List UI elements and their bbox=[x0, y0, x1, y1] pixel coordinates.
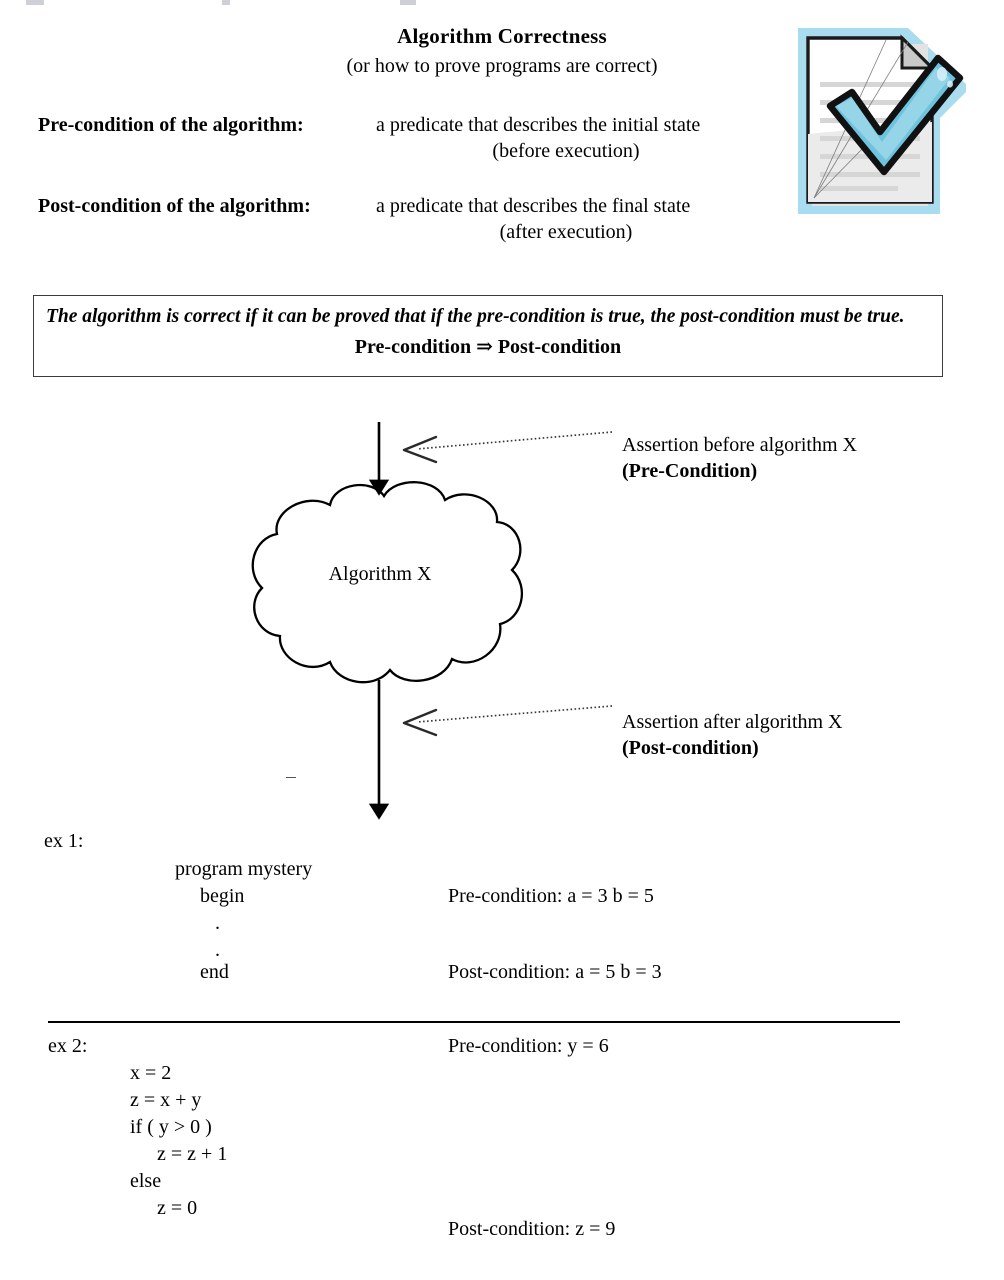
example-2-code-line: z = 0 bbox=[157, 1197, 198, 1219]
post-condition-annotation: Assertion after algorithm X (Post-condit… bbox=[622, 709, 962, 761]
scan-artifact-dash bbox=[286, 777, 296, 778]
post-condition-description: a predicate that describes the final sta… bbox=[376, 195, 691, 217]
example-1-postcondition: Post-condition: a = 5 b = 3 bbox=[448, 961, 662, 983]
post-condition-term: Post-condition of the algorithm: bbox=[38, 195, 311, 217]
document-check-icon bbox=[790, 22, 980, 222]
example-2-code-line: z = z + 1 bbox=[157, 1143, 228, 1165]
pre-condition-annotation-line2: (Pre-Condition) bbox=[622, 460, 758, 482]
post-condition-annotation-line2: (Post-condition) bbox=[622, 737, 759, 759]
example-2-code-line: if ( y > 0 ) bbox=[130, 1116, 212, 1138]
example-2-label: ex 2: bbox=[48, 1035, 88, 1057]
post-condition-annotation-line1: Assertion after algorithm X bbox=[622, 711, 843, 733]
cloud-label: Algorithm X bbox=[329, 563, 432, 585]
example-1-code-line: begin bbox=[200, 885, 245, 907]
example-2-precondition: Pre-condition: y = 6 bbox=[448, 1035, 609, 1057]
example-1-code-line: . bbox=[215, 912, 220, 934]
pre-condition-term: Pre-condition of the algorithm: bbox=[38, 114, 304, 136]
example-1-code-line: . bbox=[215, 939, 220, 961]
correctness-statement-box: The algorithm is correct if it can be pr… bbox=[33, 295, 943, 377]
example-2-code-line: else bbox=[130, 1170, 162, 1192]
post-condition-description-note: (after execution) bbox=[499, 221, 633, 243]
example-2-code-line: z = x + y bbox=[130, 1089, 202, 1111]
post-condition-pointer-arrow bbox=[402, 705, 613, 737]
example-2-postcondition: Post-condition: z = 9 bbox=[448, 1218, 616, 1240]
pre-condition-annotation-line1: Assertion before algorithm X bbox=[622, 434, 857, 456]
section-divider bbox=[48, 1021, 900, 1023]
pre-condition-annotation: Assertion before algorithm X (Pre-Condit… bbox=[622, 432, 962, 484]
example-2-code-line: x = 2 bbox=[130, 1062, 172, 1084]
scan-artifact-strip bbox=[0, 0, 1004, 7]
example-1-code-line: end bbox=[200, 961, 229, 983]
example-1-code-line: program mystery bbox=[175, 858, 313, 880]
correctness-statement-text: The algorithm is correct if it can be pr… bbox=[46, 306, 905, 327]
pre-condition-description: a predicate that describes the initial s… bbox=[376, 114, 701, 136]
example-1-precondition: Pre-condition: a = 3 b = 5 bbox=[448, 885, 654, 907]
pre-condition-pointer-arrow bbox=[402, 431, 613, 464]
pre-condition-description-note: (before execution) bbox=[492, 140, 640, 162]
example-1-label: ex 1: bbox=[44, 830, 84, 852]
correctness-implication-text: Pre-condition ⇒ Post-condition bbox=[354, 336, 622, 358]
